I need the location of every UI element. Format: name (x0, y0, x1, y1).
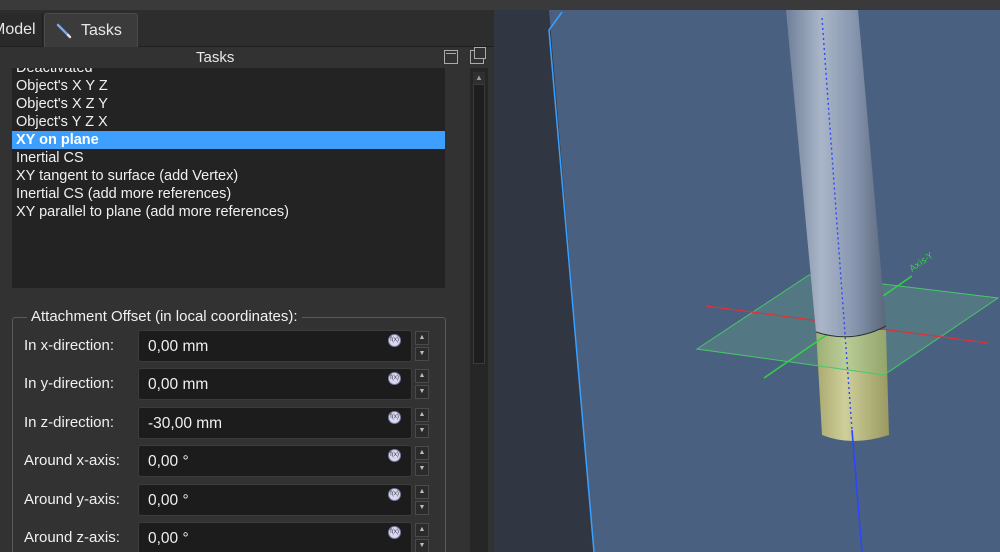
list-item[interactable]: Object's Y Z X (12, 113, 445, 131)
expression-icon[interactable]: f(x) (388, 372, 401, 385)
around-y-spinbox[interactable]: 0,00 ° f(x) ▲ ▼ (138, 484, 432, 516)
tab-tasks-label: Tasks (81, 22, 122, 39)
x-direction-label: In x-direction: (24, 337, 115, 354)
around-y-field[interactable]: 0,00 ° (138, 484, 412, 516)
list-item[interactable]: Object's X Y Z (12, 77, 445, 95)
task-panel-scrollbar[interactable]: ▲ (470, 68, 488, 552)
z-direction-value: -30,00 mm (148, 415, 223, 432)
around-y-stepper[interactable]: ▲ ▼ (414, 484, 430, 516)
tab-model-label: Model (0, 21, 36, 38)
around-x-stepper[interactable]: ▲ ▼ (414, 445, 430, 477)
tab-model[interactable]: Model (0, 13, 43, 46)
x-direction-stepper[interactable]: ▲ ▼ (414, 330, 430, 362)
step-down-icon[interactable]: ▼ (415, 462, 429, 476)
list-item[interactable]: Object's X Z Y (12, 95, 445, 113)
list-item[interactable]: Inertial CS (12, 149, 445, 167)
xy-plane-face (549, 10, 1000, 552)
step-down-icon[interactable]: ▼ (415, 385, 429, 399)
expression-icon[interactable]: f(x) (388, 488, 401, 501)
step-up-icon[interactable]: ▲ (415, 523, 429, 537)
z-direction-stepper[interactable]: ▲ ▼ (414, 407, 430, 439)
around-z-spinbox[interactable]: 0,00 ° f(x) ▲ ▼ (138, 522, 432, 552)
around-z-stepper[interactable]: ▲ ▼ (414, 522, 430, 552)
x-direction-field[interactable]: 0,00 mm (138, 330, 412, 362)
step-down-icon[interactable]: ▼ (415, 347, 429, 361)
z-direction-label: In z-direction: (24, 414, 115, 431)
3d-viewport[interactable]: Axis-Y (494, 10, 1000, 552)
around-z-label: Around z-axis: (24, 529, 120, 546)
step-down-icon[interactable]: ▼ (415, 501, 429, 515)
around-y-label: Around y-axis: (24, 491, 120, 508)
collapse-panel-icon[interactable] (444, 50, 458, 64)
y-direction-spinbox[interactable]: 0,00 mm f(x) ▲ ▼ (138, 368, 432, 400)
list-item[interactable]: XY parallel to plane (add more reference… (12, 203, 445, 221)
step-up-icon[interactable]: ▲ (415, 408, 429, 422)
task-panel-titlebar: Tasks (0, 47, 494, 69)
list-item[interactable]: XY tangent to surface (add Vertex) (12, 167, 445, 185)
around-x-field[interactable]: 0,00 ° (138, 445, 412, 477)
around-y-value: 0,00 ° (148, 492, 189, 509)
around-x-spinbox[interactable]: 0,00 ° f(x) ▲ ▼ (138, 445, 432, 477)
y-direction-stepper[interactable]: ▲ ▼ (414, 368, 430, 400)
step-down-icon[interactable]: ▼ (415, 539, 429, 552)
step-down-icon[interactable]: ▼ (415, 424, 429, 438)
around-x-label: Around x-axis: (24, 452, 120, 469)
combo-view: Model Tasks Tasks DeactivatedObject's X … (0, 10, 494, 552)
list-item[interactable]: Deactivated (12, 68, 445, 77)
list-item[interactable]: Inertial CS (add more references) (12, 185, 445, 203)
scrollbar-thumb[interactable] (473, 84, 485, 364)
expression-icon[interactable]: f(x) (388, 334, 401, 347)
scroll-up-arrow-icon[interactable]: ▲ (473, 72, 485, 84)
attachment-mode-list[interactable]: Deactivated Object's X Y Z Object's X Z YO… (12, 68, 445, 288)
3d-scene: Axis-Y (548, 10, 1000, 552)
y-direction-label: In y-direction: (24, 375, 115, 392)
combo-tabbar: Model Tasks (0, 10, 494, 47)
float-panel-icon[interactable] (470, 47, 486, 64)
panel-title: Tasks (196, 49, 235, 66)
y-direction-field[interactable]: 0,00 mm (138, 368, 412, 400)
around-z-field[interactable]: 0,00 ° (138, 522, 412, 552)
step-up-icon[interactable]: ▲ (415, 446, 429, 460)
expression-icon[interactable]: f(x) (388, 411, 401, 424)
tab-tasks[interactable]: Tasks (44, 13, 138, 47)
z-direction-field[interactable]: -30,00 mm (138, 407, 412, 439)
list-item[interactable]: XY on plane (12, 131, 445, 149)
z-direction-spinbox[interactable]: -30,00 mm f(x) ▲ ▼ (138, 407, 432, 439)
step-up-icon[interactable]: ▲ (415, 331, 429, 345)
x-direction-value: 0,00 mm (148, 338, 209, 355)
around-z-value: 0,00 ° (148, 530, 189, 547)
expression-icon[interactable]: f(x) (388, 526, 401, 539)
step-up-icon[interactable]: ▲ (415, 485, 429, 499)
attachment-offset-title: Attachment Offset (in local coordinates)… (27, 307, 302, 327)
step-up-icon[interactable]: ▲ (415, 369, 429, 383)
x-direction-spinbox[interactable]: 0,00 mm f(x) ▲ ▼ (138, 330, 432, 362)
pencil-icon (56, 23, 72, 39)
expression-icon[interactable]: f(x) (388, 449, 401, 462)
y-direction-value: 0,00 mm (148, 376, 209, 393)
freecad-window: Model Tasks Tasks DeactivatedObject's X … (0, 0, 1000, 552)
around-x-value: 0,00 ° (148, 453, 189, 470)
